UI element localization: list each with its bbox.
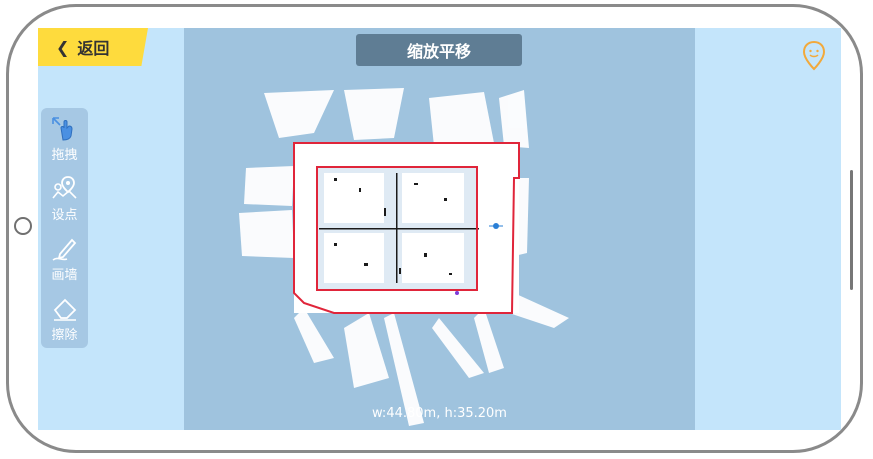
- tool-set-point-label: 设点: [51, 208, 78, 223]
- app-screen: w:44.80m, h:35.20m ❮ 返回 缩放平移 拖拽 设点 画墙 擦除: [38, 28, 841, 430]
- location-pin-icon[interactable]: [800, 40, 828, 72]
- tool-erase-label: 擦除: [51, 328, 78, 343]
- tool-draw-wall-label: 画墙: [51, 268, 78, 283]
- set-point-icon: [51, 176, 77, 199]
- eraser-icon: [53, 298, 76, 321]
- side-button: [850, 170, 853, 290]
- map-canvas[interactable]: w:44.80m, h:35.20m: [184, 28, 695, 430]
- tool-drag-label: 拖拽: [51, 148, 78, 163]
- tool-set-point[interactable]: 设点: [41, 168, 88, 228]
- map-scan: [239, 88, 569, 426]
- back-button[interactable]: ❮ 返回: [38, 28, 148, 66]
- page-title: 缩放平移: [356, 34, 522, 66]
- chevron-left-icon: ❮: [56, 37, 70, 57]
- home-button[interactable]: [14, 217, 32, 235]
- back-label: 返回: [77, 39, 110, 58]
- tool-erase[interactable]: 擦除: [41, 288, 88, 348]
- charging-point-icon: [455, 291, 459, 295]
- map-dimensions: w:44.80m, h:35.20m: [372, 406, 507, 421]
- edit-toolbar: 拖拽 设点 画墙 擦除: [41, 108, 88, 348]
- tool-draw-wall[interactable]: 画墙: [41, 228, 88, 288]
- tool-drag[interactable]: 拖拽: [41, 108, 88, 168]
- pen-draw-icon: [52, 238, 76, 261]
- hand-drag-icon: [51, 117, 73, 141]
